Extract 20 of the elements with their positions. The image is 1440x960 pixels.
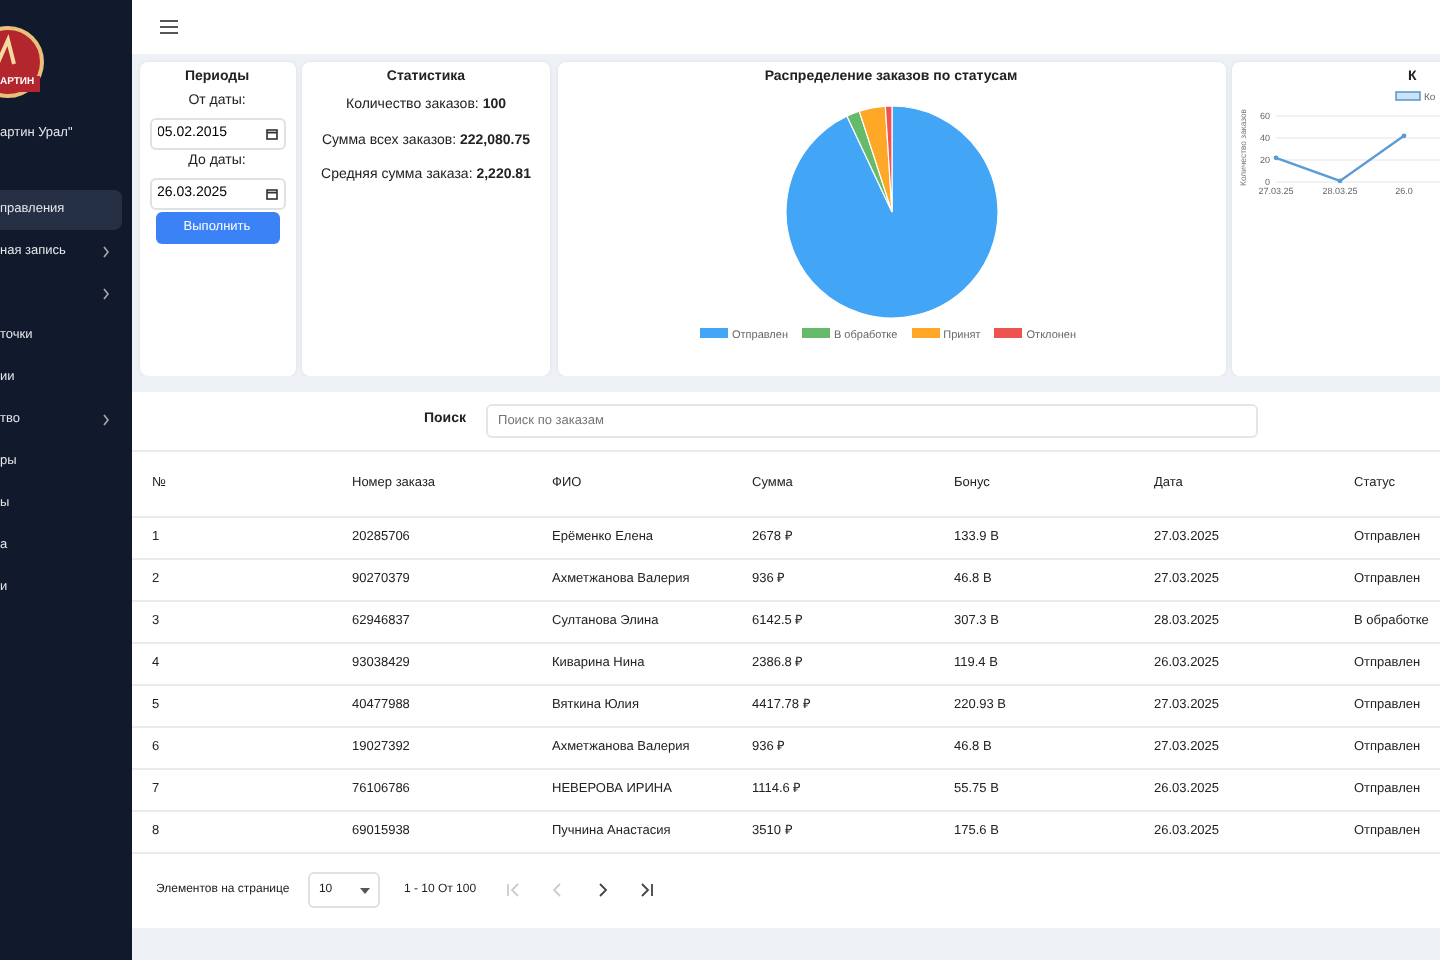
legend-swatch — [699, 328, 728, 338]
legend-swatch — [1395, 90, 1421, 100]
chevron-left-icon — [549, 882, 566, 898]
caret-icon — [360, 887, 371, 893]
calendar-icon[interactable] — [265, 127, 277, 139]
data-point — [1337, 177, 1343, 183]
legend-swatch — [911, 328, 940, 338]
last-page-icon — [637, 882, 654, 898]
legend-swatch — [801, 328, 830, 338]
chevron-icon — [102, 246, 110, 259]
chevron-right-icon — [593, 882, 610, 898]
first-page-icon — [505, 882, 522, 898]
data-point — [1401, 132, 1407, 138]
legend-swatch — [994, 328, 1023, 338]
menu-icon[interactable] — [160, 20, 178, 34]
line-series — [1275, 133, 1405, 182]
chevron-icon — [102, 288, 110, 301]
data-point — [1273, 154, 1279, 160]
calendar-icon[interactable] — [265, 187, 277, 199]
chevron-icon — [102, 414, 110, 427]
